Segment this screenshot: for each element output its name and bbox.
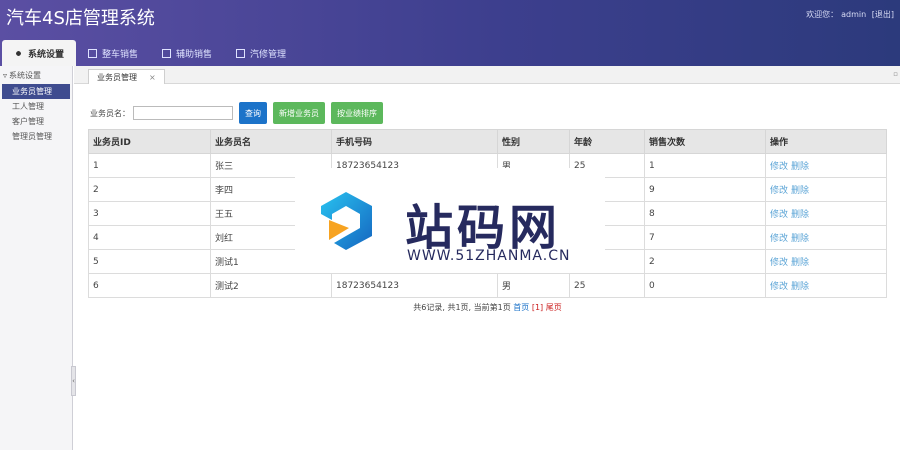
close-icon[interactable]: × [149, 73, 156, 82]
cell-actions: 修改 删除 [765, 201, 887, 226]
query-button[interactable]: 查询 [239, 102, 267, 124]
logout-link[interactable]: [退出] [872, 10, 894, 19]
cell-id: 1 [88, 153, 211, 178]
cell-sales: 2 [644, 249, 766, 274]
cell-actions: 修改 删除 [765, 225, 887, 250]
document-icon [236, 48, 246, 58]
cell-id: 3 [88, 201, 211, 226]
cell-id: 6 [88, 273, 211, 298]
edit-link[interactable]: 修改 [770, 282, 788, 292]
table-header-row: 业务员ID 业务员名 手机号码 性别 年龄 销售次数 操作 [88, 129, 887, 154]
topnav-tab-system-settings[interactable]: 系统设置 [2, 40, 77, 66]
document-icon [162, 48, 172, 58]
cell-actions: 修改 删除 [765, 153, 887, 178]
page-tab-label: 业务员管理 [97, 72, 137, 82]
top-nav: 系统设置 整车销售 辅助销售 汽修管理 [0, 40, 298, 66]
last-page-link[interactable]: 尾页 [546, 303, 562, 312]
cell-sales: 0 [644, 273, 766, 298]
sidebar-item-admin[interactable]: 管理员管理 [0, 129, 72, 144]
app-title: 汽车4S店管理系统 [6, 8, 155, 29]
delete-link[interactable]: 删除 [791, 186, 809, 196]
salesman-name-input[interactable] [133, 106, 233, 120]
cell-id: 4 [88, 225, 211, 250]
first-page-link[interactable]: 首页 [513, 303, 529, 312]
chevron-down-icon: ▿ [3, 70, 8, 80]
topnav-tab-repair[interactable]: 汽修管理 [224, 40, 298, 66]
cell-sales: 7 [644, 225, 766, 250]
cell-actions: 修改 删除 [765, 273, 887, 298]
sidebar-item-salesman[interactable]: 业务员管理 [2, 84, 70, 99]
sidebar: ▿ 系统设置 业务员管理 工人管理 客户管理 管理员管理 [0, 66, 73, 450]
cell-sales: 9 [644, 177, 766, 202]
watermark-overlay: 站码网 WWW.51ZHANMA.CN [295, 168, 605, 273]
topnav-tab-label: 辅助销售 [176, 49, 213, 60]
add-salesman-button[interactable]: 新增业务员 [273, 102, 325, 124]
gear-icon [14, 48, 23, 58]
topnav-tab-vehicle-sales[interactable]: 整车销售 [76, 40, 150, 66]
user-bar: 欢迎您： admin [退出] [803, 9, 894, 20]
sidebar-collapse-handle[interactable]: ‹ [71, 366, 76, 396]
edit-link[interactable]: 修改 [770, 162, 788, 172]
column-header: 性别 [497, 129, 570, 154]
cell-id: 5 [88, 249, 211, 274]
document-icon [88, 48, 98, 58]
cell-name: 测试2 [210, 273, 332, 298]
edit-link[interactable]: 修改 [770, 186, 788, 196]
column-header: 手机号码 [331, 129, 498, 154]
sidebar-section-title[interactable]: ▿ 系统设置 [0, 66, 72, 84]
cell-age: 25 [569, 273, 645, 298]
app-header: 汽车4S店管理系统 欢迎您： admin [退出] 系统设置 整车销售 辅助销售 … [0, 0, 900, 66]
edit-link[interactable]: 修改 [770, 258, 788, 268]
edit-link[interactable]: 修改 [770, 234, 788, 244]
pagination-summary: 共6记录, 共1页, 当前第1页 [413, 303, 511, 312]
topnav-tab-label: 系统设置 [28, 49, 65, 60]
table-row: 6 测试2 18723654123 男 25 0 修改 删除 [88, 273, 887, 298]
delete-link[interactable]: 删除 [791, 234, 809, 244]
cell-phone: 18723654123 [331, 273, 498, 298]
delete-link[interactable]: 删除 [791, 258, 809, 268]
sidebar-item-worker[interactable]: 工人管理 [0, 99, 72, 114]
username: admin [841, 10, 867, 19]
greeting-text: 欢迎您： [806, 10, 839, 19]
page-tabbar: 业务员管理 × ▫ [74, 66, 900, 84]
cell-gender: 男 [497, 273, 570, 298]
column-header: 业务员ID [88, 129, 211, 154]
topnav-tab-label: 汽修管理 [250, 49, 287, 60]
cell-actions: 修改 删除 [765, 249, 887, 274]
search-bar: 业务员名： 查询 新增业务员 按业绩排序 [90, 102, 389, 124]
delete-link[interactable]: 删除 [791, 162, 809, 172]
search-label: 业务员名： [90, 108, 130, 118]
cell-id: 2 [88, 177, 211, 202]
pagination: 共6记录, 共1页, 当前第1页 首页 [1] 尾页 [0, 302, 900, 313]
current-page-link[interactable]: [1] [532, 303, 543, 312]
topnav-tab-label: 整车销售 [102, 49, 139, 60]
cell-sales: 1 [644, 153, 766, 178]
cell-actions: 修改 删除 [765, 177, 887, 202]
cell-sales: 8 [644, 201, 766, 226]
sidebar-section-label: 系统设置 [9, 70, 42, 80]
column-header: 操作 [765, 129, 887, 154]
watermark-url: WWW.51ZHANMA.CN [407, 248, 571, 264]
column-header: 业务员名 [210, 129, 332, 154]
sort-by-performance-button[interactable]: 按业绩排序 [331, 102, 383, 124]
play-logo-icon [321, 192, 372, 250]
topnav-tab-aux-sales[interactable]: 辅助销售 [150, 40, 224, 66]
edit-link[interactable]: 修改 [770, 210, 788, 220]
column-header: 年龄 [569, 129, 645, 154]
delete-link[interactable]: 删除 [791, 210, 809, 220]
column-header: 销售次数 [644, 129, 766, 154]
restore-icon[interactable]: ▫ [893, 70, 898, 78]
sidebar-item-customer[interactable]: 客户管理 [0, 114, 72, 129]
page-tab-salesman[interactable]: 业务员管理 × [88, 69, 165, 84]
delete-link[interactable]: 删除 [791, 282, 809, 292]
